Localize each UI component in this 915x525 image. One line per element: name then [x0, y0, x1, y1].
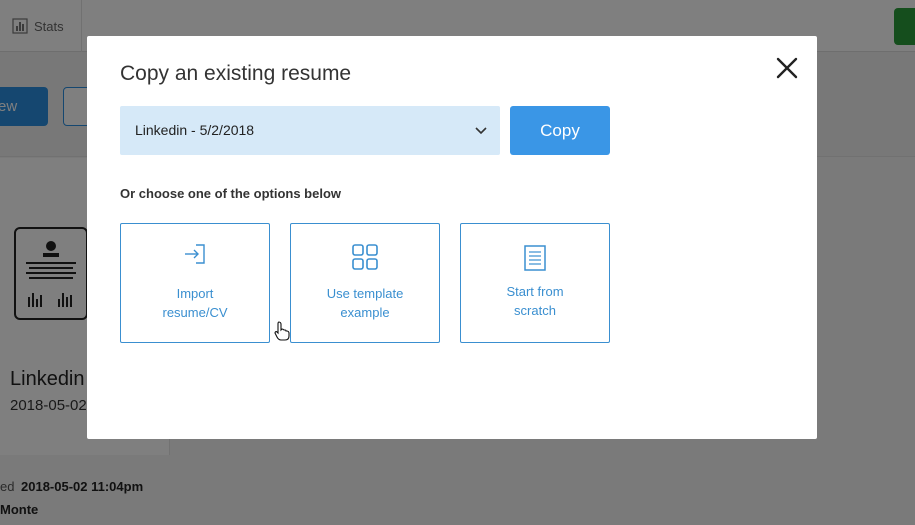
scratch-option-label-2: scratch — [514, 303, 556, 318]
import-option-label-1: Import — [176, 286, 214, 301]
import-icon — [185, 244, 205, 264]
document-icon — [524, 245, 546, 271]
start-from-scratch-option[interactable]: Start from scratch — [460, 223, 610, 343]
use-template-option[interactable]: Use template example — [290, 223, 440, 343]
import-resume-option[interactable]: Import resume/CV — [120, 223, 270, 343]
scratch-option-label-1: Start from — [506, 284, 564, 299]
template-option-label-2: example — [340, 305, 390, 320]
modal-title: Copy an existing resume — [120, 62, 352, 85]
template-option-label-1: Use template — [326, 286, 404, 301]
options-label: Or choose one of the options below — [120, 186, 342, 201]
close-icon — [776, 57, 798, 79]
grid-icon — [352, 244, 378, 270]
resume-select[interactable]: Linkedin - 5/2/2018 — [120, 106, 500, 155]
hand-cursor-icon — [274, 321, 290, 341]
copy-button[interactable]: Copy — [510, 106, 610, 155]
close-button[interactable] — [775, 56, 799, 80]
resume-select-value: Linkedin - 5/2/2018 — [135, 122, 255, 138]
chevron-down-icon — [475, 127, 487, 135]
import-option-label-2: resume/CV — [162, 305, 228, 320]
